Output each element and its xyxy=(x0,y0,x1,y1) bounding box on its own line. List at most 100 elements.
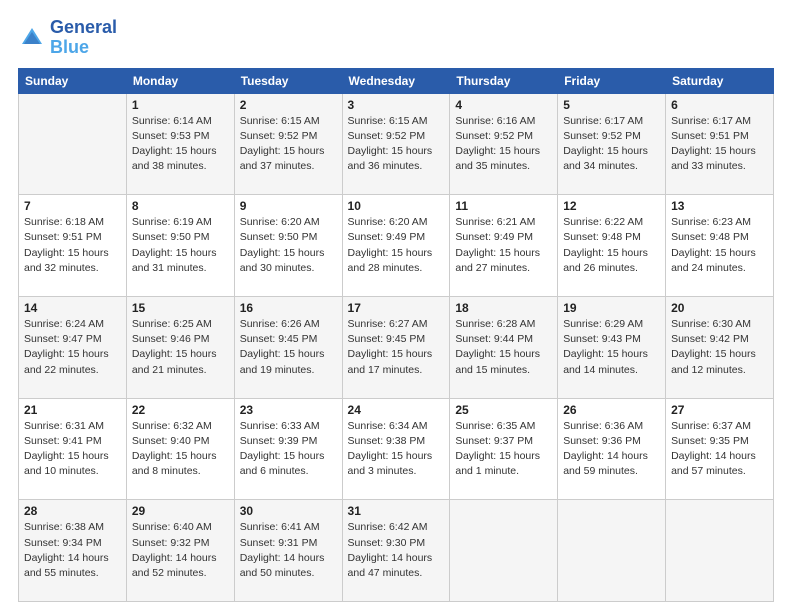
day-number: 6 xyxy=(671,98,768,112)
day-info: Sunrise: 6:20 AM Sunset: 9:49 PM Dayligh… xyxy=(348,215,445,276)
calendar-cell: 13 Sunrise: 6:23 AM Sunset: 9:48 PM Dayli… xyxy=(666,195,774,297)
day-number: 26 xyxy=(563,403,660,417)
header: General Blue xyxy=(18,18,774,58)
day-info: Sunrise: 6:34 AM Sunset: 9:38 PM Dayligh… xyxy=(348,419,445,480)
calendar-cell: 12 Sunrise: 6:22 AM Sunset: 9:48 PM Dayli… xyxy=(558,195,666,297)
day-info: Sunrise: 6:28 AM Sunset: 9:44 PM Dayligh… xyxy=(455,317,552,378)
day-number: 11 xyxy=(455,199,552,213)
day-number: 18 xyxy=(455,301,552,315)
header-row: SundayMondayTuesdayWednesdayThursdayFrid… xyxy=(19,68,774,93)
day-info: Sunrise: 6:42 AM Sunset: 9:30 PM Dayligh… xyxy=(348,520,445,581)
calendar-cell xyxy=(558,500,666,602)
day-number: 24 xyxy=(348,403,445,417)
calendar-cell xyxy=(450,500,558,602)
day-number: 28 xyxy=(24,504,121,518)
day-number: 25 xyxy=(455,403,552,417)
day-number: 14 xyxy=(24,301,121,315)
calendar-cell: 31Sunrise: 6:42 AM Sunset: 9:30 PM Dayli… xyxy=(342,500,450,602)
calendar-week-4: 21 Sunrise: 6:31 AM Sunset: 9:41 PM Dayli… xyxy=(19,398,774,500)
day-number: 17 xyxy=(348,301,445,315)
day-info: Sunrise: 6:31 AM Sunset: 9:41 PM Dayligh… xyxy=(24,419,121,480)
calendar-cell: 9 Sunrise: 6:20 AM Sunset: 9:50 PM Daylig… xyxy=(234,195,342,297)
page: General Blue SundayMondayTuesdayWednesda… xyxy=(0,0,792,612)
day-info: Sunrise: 6:27 AM Sunset: 9:45 PM Dayligh… xyxy=(348,317,445,378)
calendar-cell: 19 Sunrise: 6:29 AM Sunset: 9:43 PM Dayli… xyxy=(558,296,666,398)
day-number: 10 xyxy=(348,199,445,213)
day-info: Sunrise: 6:17 AM Sunset: 9:52 PM Dayligh… xyxy=(563,114,660,175)
day-number: 27 xyxy=(671,403,768,417)
day-info: Sunrise: 6:24 AM Sunset: 9:47 PM Dayligh… xyxy=(24,317,121,378)
calendar-week-3: 14 Sunrise: 6:24 AM Sunset: 9:47 PM Dayli… xyxy=(19,296,774,398)
calendar-cell: 8Sunrise: 6:19 AM Sunset: 9:50 PM Daylig… xyxy=(126,195,234,297)
day-info: Sunrise: 6:23 AM Sunset: 9:48 PM Dayligh… xyxy=(671,215,768,276)
calendar-cell: 23Sunrise: 6:33 AM Sunset: 9:39 PM Dayli… xyxy=(234,398,342,500)
day-info: Sunrise: 6:32 AM Sunset: 9:40 PM Dayligh… xyxy=(132,419,229,480)
column-header-saturday: Saturday xyxy=(666,68,774,93)
calendar-cell: 14 Sunrise: 6:24 AM Sunset: 9:47 PM Dayli… xyxy=(19,296,127,398)
day-info: Sunrise: 6:20 AM Sunset: 9:50 PM Dayligh… xyxy=(240,215,337,276)
calendar-cell: 18 Sunrise: 6:28 AM Sunset: 9:44 PM Dayli… xyxy=(450,296,558,398)
day-info: Sunrise: 6:25 AM Sunset: 9:46 PM Dayligh… xyxy=(132,317,229,378)
logo: General Blue xyxy=(18,18,117,58)
calendar-cell: 20Sunrise: 6:30 AM Sunset: 9:42 PM Dayli… xyxy=(666,296,774,398)
day-info: Sunrise: 6:15 AM Sunset: 9:52 PM Dayligh… xyxy=(348,114,445,175)
column-header-wednesday: Wednesday xyxy=(342,68,450,93)
calendar-cell: 29 Sunrise: 6:40 AM Sunset: 9:32 PM Dayli… xyxy=(126,500,234,602)
calendar-cell: 5 Sunrise: 6:17 AM Sunset: 9:52 PM Daylig… xyxy=(558,93,666,195)
calendar-week-1: 1Sunrise: 6:14 AM Sunset: 9:53 PM Daylig… xyxy=(19,93,774,195)
calendar-cell: 15 Sunrise: 6:25 AM Sunset: 9:46 PM Dayli… xyxy=(126,296,234,398)
day-number: 29 xyxy=(132,504,229,518)
calendar-cell: 6 Sunrise: 6:17 AM Sunset: 9:51 PM Daylig… xyxy=(666,93,774,195)
calendar-cell: 17 Sunrise: 6:27 AM Sunset: 9:45 PM Dayli… xyxy=(342,296,450,398)
calendar-body: 1Sunrise: 6:14 AM Sunset: 9:53 PM Daylig… xyxy=(19,93,774,601)
day-number: 21 xyxy=(24,403,121,417)
calendar-cell: 2 Sunrise: 6:15 AM Sunset: 9:52 PM Daylig… xyxy=(234,93,342,195)
calendar-cell: 30Sunrise: 6:41 AM Sunset: 9:31 PM Dayli… xyxy=(234,500,342,602)
calendar-cell: 22Sunrise: 6:32 AM Sunset: 9:40 PM Dayli… xyxy=(126,398,234,500)
day-info: Sunrise: 6:16 AM Sunset: 9:52 PM Dayligh… xyxy=(455,114,552,175)
calendar-cell: 3Sunrise: 6:15 AM Sunset: 9:52 PM Daylig… xyxy=(342,93,450,195)
calendar-cell: 10 Sunrise: 6:20 AM Sunset: 9:49 PM Dayli… xyxy=(342,195,450,297)
day-info: Sunrise: 6:14 AM Sunset: 9:53 PM Dayligh… xyxy=(132,114,229,175)
day-number: 7 xyxy=(24,199,121,213)
day-number: 19 xyxy=(563,301,660,315)
day-number: 16 xyxy=(240,301,337,315)
day-info: Sunrise: 6:35 AM Sunset: 9:37 PM Dayligh… xyxy=(455,419,552,480)
calendar-cell: 26Sunrise: 6:36 AM Sunset: 9:36 PM Dayli… xyxy=(558,398,666,500)
day-number: 5 xyxy=(563,98,660,112)
day-number: 12 xyxy=(563,199,660,213)
column-header-monday: Monday xyxy=(126,68,234,93)
day-info: Sunrise: 6:26 AM Sunset: 9:45 PM Dayligh… xyxy=(240,317,337,378)
calendar-cell: 21 Sunrise: 6:31 AM Sunset: 9:41 PM Dayli… xyxy=(19,398,127,500)
logo-text: General Blue xyxy=(50,18,117,58)
day-info: Sunrise: 6:15 AM Sunset: 9:52 PM Dayligh… xyxy=(240,114,337,175)
calendar-cell xyxy=(666,500,774,602)
day-info: Sunrise: 6:30 AM Sunset: 9:42 PM Dayligh… xyxy=(671,317,768,378)
column-header-sunday: Sunday xyxy=(19,68,127,93)
calendar-week-5: 28 Sunrise: 6:38 AM Sunset: 9:34 PM Dayli… xyxy=(19,500,774,602)
day-info: Sunrise: 6:17 AM Sunset: 9:51 PM Dayligh… xyxy=(671,114,768,175)
calendar-cell: 24 Sunrise: 6:34 AM Sunset: 9:38 PM Dayli… xyxy=(342,398,450,500)
day-info: Sunrise: 6:22 AM Sunset: 9:48 PM Dayligh… xyxy=(563,215,660,276)
calendar-cell xyxy=(19,93,127,195)
day-number: 23 xyxy=(240,403,337,417)
column-header-friday: Friday xyxy=(558,68,666,93)
calendar-week-2: 7Sunrise: 6:18 AM Sunset: 9:51 PM Daylig… xyxy=(19,195,774,297)
day-number: 13 xyxy=(671,199,768,213)
day-number: 4 xyxy=(455,98,552,112)
column-header-tuesday: Tuesday xyxy=(234,68,342,93)
day-info: Sunrise: 6:37 AM Sunset: 9:35 PM Dayligh… xyxy=(671,419,768,480)
day-info: Sunrise: 6:29 AM Sunset: 9:43 PM Dayligh… xyxy=(563,317,660,378)
calendar-cell: 7Sunrise: 6:18 AM Sunset: 9:51 PM Daylig… xyxy=(19,195,127,297)
calendar-cell: 27 Sunrise: 6:37 AM Sunset: 9:35 PM Dayli… xyxy=(666,398,774,500)
day-number: 15 xyxy=(132,301,229,315)
calendar-cell: 1Sunrise: 6:14 AM Sunset: 9:53 PM Daylig… xyxy=(126,93,234,195)
calendar-cell: 25 Sunrise: 6:35 AM Sunset: 9:37 PM Dayli… xyxy=(450,398,558,500)
day-number: 2 xyxy=(240,98,337,112)
day-number: 9 xyxy=(240,199,337,213)
day-info: Sunrise: 6:40 AM Sunset: 9:32 PM Dayligh… xyxy=(132,520,229,581)
day-number: 8 xyxy=(132,199,229,213)
calendar-cell: 16 Sunrise: 6:26 AM Sunset: 9:45 PM Dayli… xyxy=(234,296,342,398)
day-info: Sunrise: 6:38 AM Sunset: 9:34 PM Dayligh… xyxy=(24,520,121,581)
calendar-table: SundayMondayTuesdayWednesdayThursdayFrid… xyxy=(18,68,774,602)
